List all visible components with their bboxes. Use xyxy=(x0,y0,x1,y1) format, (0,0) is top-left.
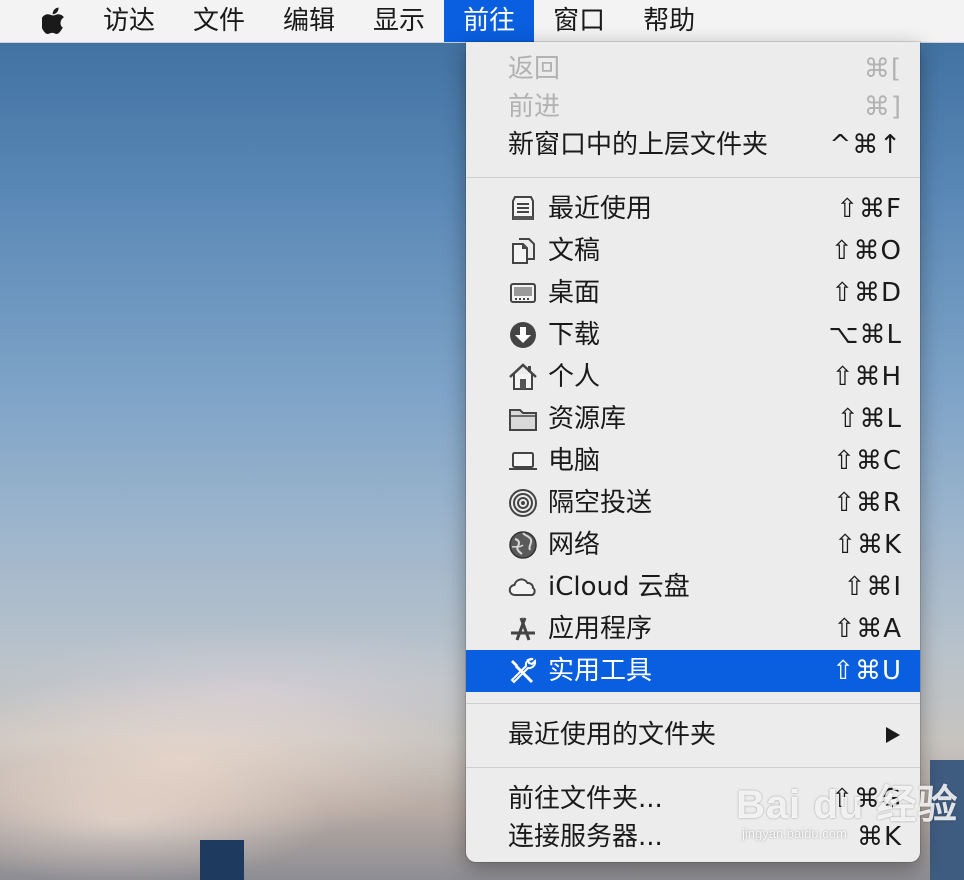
menu-item-shortcut: ⌥⌘L xyxy=(828,320,902,350)
menu-separator xyxy=(466,703,920,704)
menu-finder[interactable]: 访达 xyxy=(84,0,174,42)
menu-item-label: 连接服务器... xyxy=(508,822,663,852)
menu-item-label: 前往文件夹... xyxy=(508,784,663,814)
menu-item-enclosing-folder[interactable]: 新窗口中的上层文件夹 ^⌘↑ xyxy=(466,124,920,166)
go-dropdown-menu: 返回 ⌘[ 前进 ⌘] 新窗口中的上层文件夹 ^⌘↑ 最近使用 ⇧⌘F 文稿 ⇧… xyxy=(466,42,920,862)
network-icon xyxy=(508,530,538,560)
menu-item-label: 新窗口中的上层文件夹 xyxy=(508,130,769,160)
airdrop-icon xyxy=(508,488,538,518)
menu-item-label: 最近使用 xyxy=(548,194,653,224)
menu-item-label: 下载 xyxy=(548,320,601,350)
utilities-icon xyxy=(508,656,538,686)
menu-item-recent-folders[interactable]: 最近使用的文件夹 xyxy=(466,714,920,756)
menu-item-label: 个人 xyxy=(548,362,601,392)
menu-item-downloads[interactable]: 下载 ⌥⌘L xyxy=(466,314,920,356)
applications-icon xyxy=(508,614,538,644)
menu-item-shortcut: ⇧⌘L xyxy=(836,404,902,434)
menu-go[interactable]: 前往 xyxy=(444,0,535,42)
menu-bar: 访达 文件 编辑 显示 前往 窗口 帮助 xyxy=(0,0,964,43)
menu-item-label: 桌面 xyxy=(548,278,601,308)
icloud-icon xyxy=(508,572,538,602)
documents-icon xyxy=(508,236,538,266)
menu-item-home[interactable]: 个人 ⇧⌘H xyxy=(466,356,920,398)
watermark-logo: Bai du 经验 xyxy=(736,783,959,827)
menu-item-recents[interactable]: 最近使用 ⇧⌘F xyxy=(466,188,920,230)
menu-item-shortcut: ⇧⌘C xyxy=(833,446,902,476)
baidu-jingyan-watermark: Bai du 经验 jingyan.baidu.com xyxy=(736,772,958,841)
computer-icon xyxy=(508,446,538,476)
menu-item-shortcut: ⇧⌘K xyxy=(834,530,902,560)
apple-menu-icon[interactable] xyxy=(42,7,66,35)
menu-item-utilities[interactable]: 实用工具 ⇧⌘U xyxy=(466,650,920,692)
wallpaper-building xyxy=(200,840,244,880)
menu-item-label: 返回 xyxy=(508,54,561,84)
menu-item-label: 实用工具 xyxy=(548,656,653,686)
menu-window[interactable]: 窗口 xyxy=(534,0,624,42)
menu-item-label: 最近使用的文件夹 xyxy=(508,720,717,750)
menu-item-shortcut: ⇧⌘D xyxy=(831,278,902,308)
menu-item-network[interactable]: 网络 ⇧⌘K xyxy=(466,524,920,566)
menu-item-computer[interactable]: 电脑 ⇧⌘C xyxy=(466,440,920,482)
menu-item-desktop[interactable]: 桌面 ⇧⌘D xyxy=(466,272,920,314)
menu-item-shortcut: ⌘] xyxy=(863,92,902,122)
menu-separator xyxy=(466,767,920,768)
home-icon xyxy=(508,362,538,392)
folder-icon xyxy=(508,404,538,434)
menu-item-shortcut: ⌘[ xyxy=(863,54,902,84)
menu-item-back[interactable]: 返回 ⌘[ xyxy=(466,48,920,90)
menu-view[interactable]: 显示 xyxy=(354,0,444,42)
menu-item-shortcut: ⇧⌘H xyxy=(831,362,902,392)
menu-item-applications[interactable]: 应用程序 ⇧⌘A xyxy=(466,608,920,650)
menu-item-shortcut: ⇧⌘O xyxy=(830,236,902,266)
menu-edit[interactable]: 编辑 xyxy=(264,0,354,42)
menu-item-icloud-drive[interactable]: iCloud 云盘 ⇧⌘I xyxy=(466,566,920,608)
menu-item-shortcut: ⇧⌘A xyxy=(833,614,902,644)
menu-item-airdrop[interactable]: 隔空投送 ⇧⌘R xyxy=(466,482,920,524)
menu-item-shortcut: ⇧⌘R xyxy=(833,488,902,518)
menu-separator xyxy=(466,177,920,178)
menu-item-label: 隔空投送 xyxy=(548,488,653,518)
menu-item-library[interactable]: 资源库 ⇧⌘L xyxy=(466,398,920,440)
menu-file[interactable]: 文件 xyxy=(174,0,264,42)
menu-item-label: 文稿 xyxy=(548,236,601,266)
menu-item-label: 应用程序 xyxy=(548,614,653,644)
menu-item-shortcut: ⇧⌘U xyxy=(832,656,902,686)
menu-item-label: 前进 xyxy=(508,92,561,122)
menu-item-label: iCloud 云盘 xyxy=(548,572,690,602)
menu-item-forward[interactable]: 前进 ⌘] xyxy=(466,86,920,128)
menu-item-label: 电脑 xyxy=(548,446,601,476)
menu-item-label: 网络 xyxy=(548,530,601,560)
submenu-arrow-icon xyxy=(886,727,900,743)
menu-item-label: 资源库 xyxy=(548,404,627,434)
desktop-icon xyxy=(508,278,538,308)
menu-help[interactable]: 帮助 xyxy=(624,0,714,42)
menu-item-documents[interactable]: 文稿 ⇧⌘O xyxy=(466,230,920,272)
menu-item-shortcut: ^⌘↑ xyxy=(829,130,902,160)
menu-item-shortcut: ⇧⌘F xyxy=(836,194,902,224)
recents-icon xyxy=(508,194,538,224)
menu-item-shortcut: ⇧⌘I xyxy=(843,572,902,602)
downloads-icon xyxy=(508,320,538,350)
